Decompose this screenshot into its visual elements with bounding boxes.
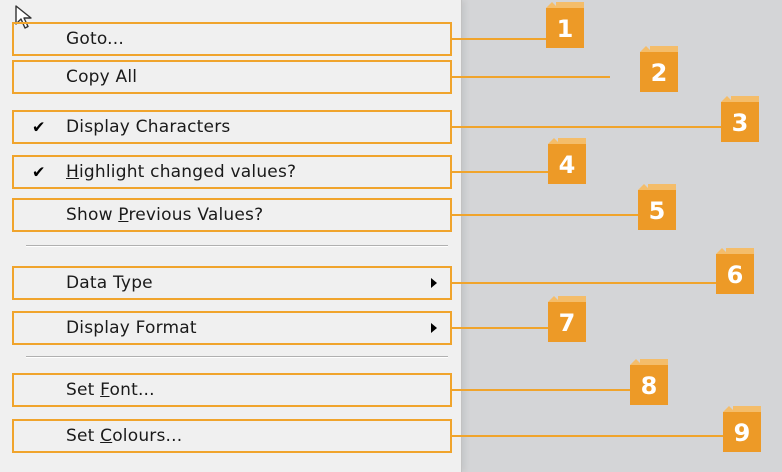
callout-badge-5: 5 (638, 184, 676, 230)
callout-badge-6: 6 (716, 248, 754, 294)
callout-badge-1: 1 (546, 2, 584, 48)
callout-badge-2: 2 (640, 46, 678, 92)
callout-badge-8: 8 (630, 359, 668, 405)
callout-badge-4: 4 (548, 138, 586, 184)
callout-badge-9: 9 (723, 406, 761, 452)
callout-badge-3: 3 (721, 96, 759, 142)
callout-badge-7: 7 (548, 296, 586, 342)
